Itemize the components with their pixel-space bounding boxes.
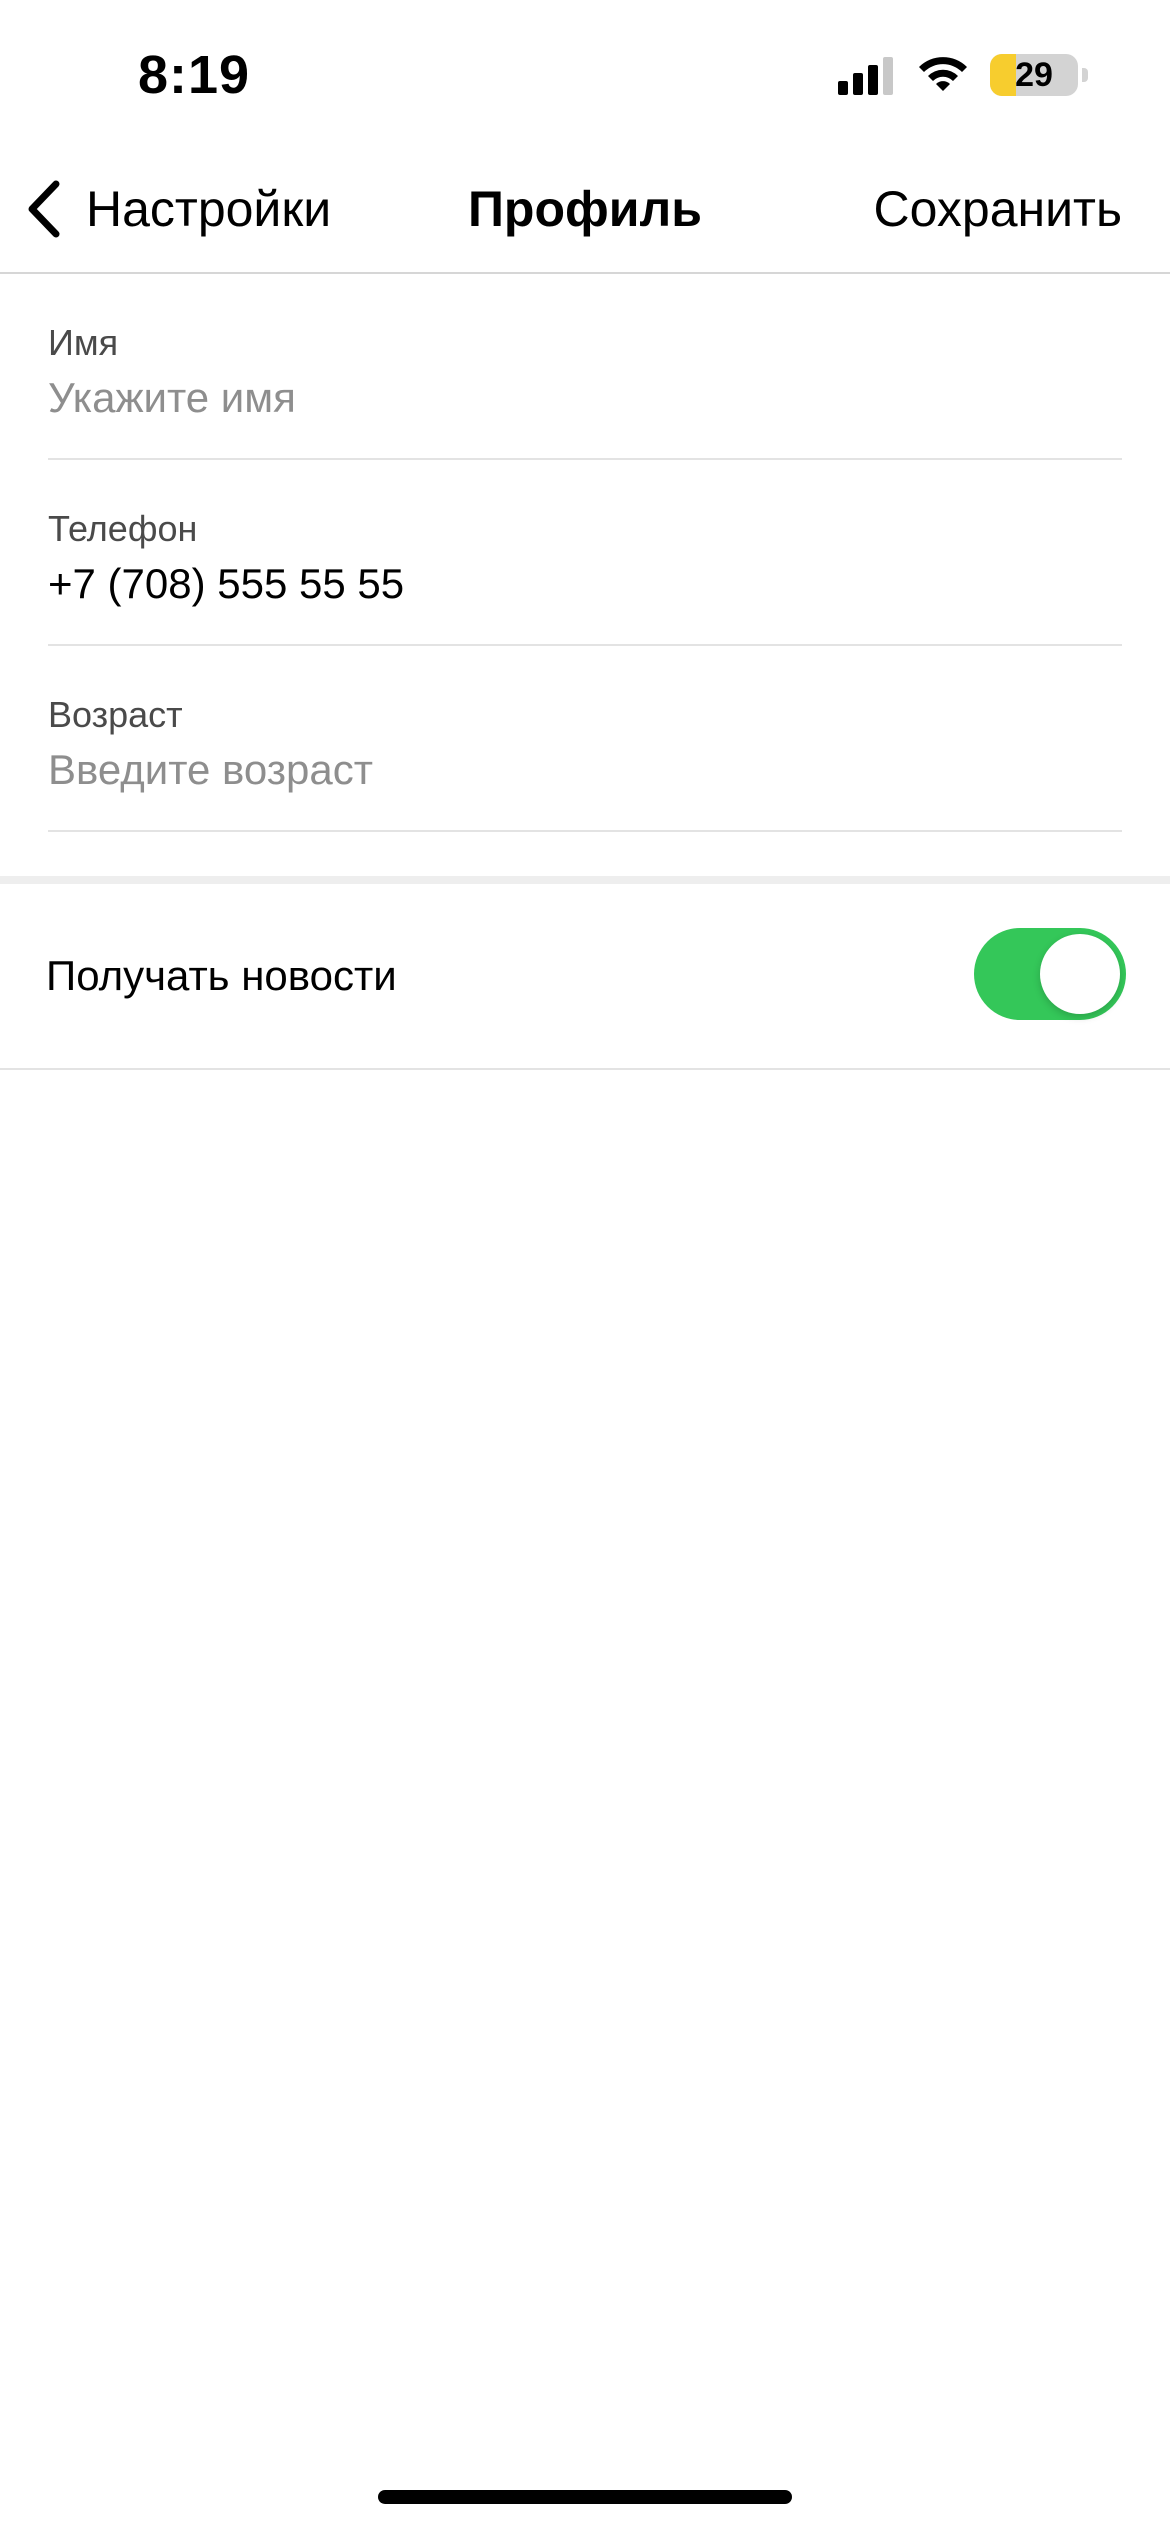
home-indicator: [378, 2490, 792, 2504]
name-field: Имя: [48, 274, 1122, 460]
age-field-label: Возраст: [48, 694, 183, 735]
status-time: 8:19: [138, 45, 251, 105]
status-bar: 8:19 29: [0, 0, 1170, 150]
name-input[interactable]: [48, 374, 1122, 422]
profile-form: Имя Телефон Возраст: [0, 274, 1170, 832]
toggle-knob: [1040, 934, 1120, 1014]
navigation-bar: Настройки Профиль Сохранить: [0, 150, 1170, 274]
chevron-left-icon: [28, 180, 60, 238]
battery-level-text: 29: [1015, 56, 1053, 94]
cellular-signal-icon: [838, 57, 893, 95]
age-field: Возраст: [48, 646, 1122, 832]
section-divider: [0, 876, 1170, 884]
age-input[interactable]: [48, 746, 1122, 794]
phone-input[interactable]: [48, 560, 1122, 608]
wifi-icon: [919, 57, 967, 91]
battery-icon: 29: [990, 54, 1078, 96]
save-button[interactable]: Сохранить: [874, 180, 1122, 238]
name-field-label: Имя: [48, 322, 119, 363]
status-indicators: 29: [836, 54, 1088, 96]
news-toggle-label: Получать новости: [46, 952, 397, 999]
back-button[interactable]: Настройки: [24, 176, 331, 242]
phone-field-label: Телефон: [48, 508, 198, 549]
phone-field: Телефон: [48, 460, 1122, 646]
back-button-label: Настройки: [86, 181, 332, 237]
battery-cap: [1082, 68, 1088, 82]
news-toggle-row: Получать новости: [0, 884, 1170, 1070]
news-toggle-switch[interactable]: [974, 928, 1126, 1020]
